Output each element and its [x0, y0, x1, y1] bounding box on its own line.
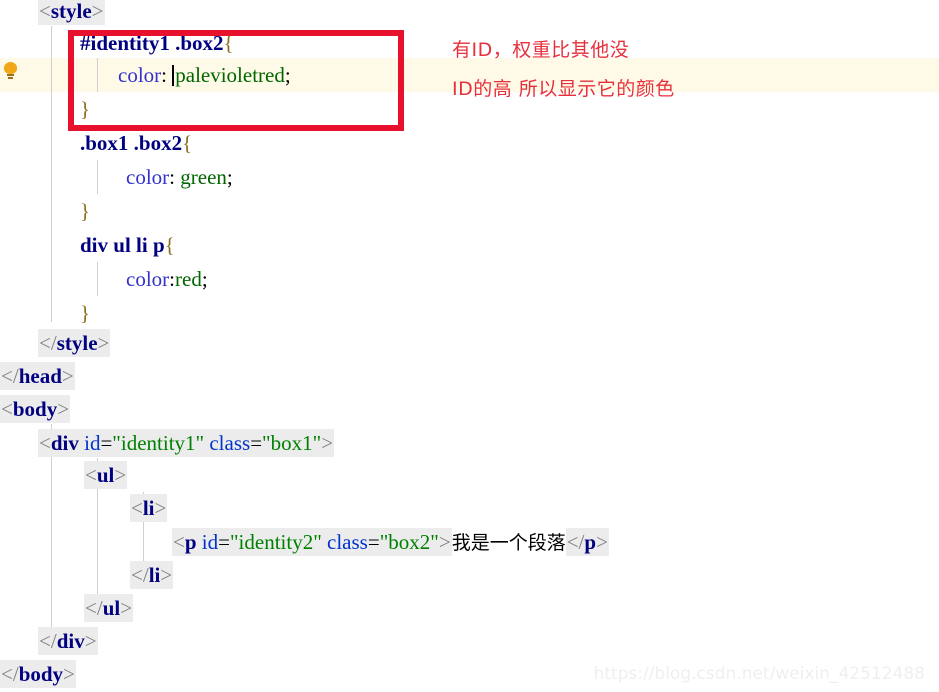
code-line-style-close[interactable]: </style> — [0, 326, 111, 360]
tag-bracket-close: > — [61, 364, 74, 388]
attribute-value-id: "identity2" — [229, 530, 322, 554]
code-line-brace-close-2[interactable]: } — [0, 194, 90, 228]
code-line-body-open[interactable]: <body> — [0, 392, 71, 426]
css-semicolon: ; — [226, 165, 233, 189]
code-line-selector-box1-box2[interactable]: .box1 .box2{ — [0, 126, 192, 160]
tag-bracket-close: > — [97, 331, 110, 355]
tag-bracket-open: < — [39, 431, 51, 455]
tag-bracket-open: < — [131, 496, 143, 520]
css-selector: div ul li p — [80, 233, 165, 257]
tag-name: div — [50, 431, 79, 455]
css-selector: #identity1 .box2 — [80, 31, 224, 55]
tag-bracket-close: > — [57, 397, 70, 421]
tag-name: body — [18, 662, 64, 686]
tag-name: li — [142, 496, 155, 520]
css-colon: : — [169, 165, 181, 189]
code-line-div-close[interactable]: </div> — [0, 624, 98, 658]
code-line-li-open[interactable]: <li> — [0, 491, 168, 525]
tag-bracket-open: </ — [39, 629, 57, 653]
code-line-ul-close[interactable]: </ul> — [0, 591, 134, 625]
code-line-style-open[interactable]: <style> — [0, 0, 105, 28]
tag-name: div — [56, 629, 85, 653]
code-line-color-green[interactable]: color: green; — [0, 160, 233, 194]
text-caret — [172, 65, 175, 86]
tag-bracket-close: > — [321, 431, 334, 455]
tag-name: p — [184, 530, 197, 554]
watermark: https://blog.csdn.net/weixin_42512488 — [593, 664, 925, 684]
css-brace-open: { — [164, 233, 175, 257]
code-line-body-close[interactable]: </body> — [0, 657, 76, 691]
attribute-name-class: class — [209, 431, 251, 455]
code-line-brace-close-3[interactable]: } — [0, 296, 90, 330]
code-line-color-palevioletred[interactable]: color: palevioletred; — [0, 58, 291, 92]
code-line-head-close[interactable]: </head> — [0, 359, 75, 393]
css-selector: .box1 .box2 — [80, 131, 183, 155]
code-line-color-red[interactable]: color:red; — [0, 262, 208, 296]
code-line-p-element[interactable]: <p id="identity2" class="box2">我是一个段落</p… — [0, 525, 609, 559]
tag-bracket-close: > — [84, 629, 97, 653]
tag-bracket-open: </ — [39, 331, 57, 355]
attribute-value-class: "box1" — [262, 431, 322, 455]
code-line-div-open[interactable]: <div id="identity1" class="box1"> — [0, 426, 335, 460]
tag-name: head — [18, 364, 62, 388]
tag-bracket-open: </ — [566, 530, 585, 554]
tag-bracket-open: </ — [1, 662, 19, 686]
tag-bracket-close: > — [114, 463, 127, 487]
tag-bracket-close: > — [596, 530, 608, 554]
tag-name: style — [50, 0, 92, 23]
css-brace-open: { — [223, 31, 234, 55]
tag-bracket-close: > — [438, 530, 451, 554]
css-colon: : — [161, 63, 173, 87]
css-brace-open: { — [182, 131, 193, 155]
tag-bracket-open: </ — [131, 563, 149, 587]
tag-bracket-close: > — [91, 0, 104, 23]
tag-name: body — [12, 397, 58, 421]
tag-bracket-close: > — [120, 596, 133, 620]
attribute-name-id: id — [84, 431, 101, 455]
tag-bracket-open: < — [85, 463, 97, 487]
attribute-name-id: id — [201, 530, 219, 554]
code-line-selector-identity1[interactable]: #identity1 .box2{ — [0, 26, 234, 60]
code-line-brace-close-1[interactable]: } — [0, 92, 90, 126]
css-property: color — [126, 267, 170, 291]
tag-bracket-close: > — [160, 563, 173, 587]
paragraph-text-content: 我是一个段落 — [451, 532, 566, 554]
css-brace-close: } — [80, 301, 91, 325]
code-line-ul-open[interactable]: <ul> — [0, 458, 128, 492]
attribute-name-class: class — [327, 530, 368, 554]
annotation-line-1: 有ID，权重比其他没 — [452, 39, 630, 61]
tag-bracket-close: > — [154, 496, 167, 520]
code-editor[interactable]: <style> #identity1 .box2{ color: palevio… — [0, 0, 939, 692]
css-value: green — [180, 165, 227, 189]
tag-name: style — [56, 331, 98, 355]
tag-name: ul — [96, 463, 115, 487]
tag-bracket-close: > — [63, 662, 75, 686]
css-semicolon: ; — [284, 63, 291, 87]
attribute-value-id: "identity1" — [112, 431, 205, 455]
css-property: color — [118, 63, 162, 87]
tag-bracket-open: </ — [1, 364, 19, 388]
tag-name: li — [148, 563, 161, 587]
css-brace-close: } — [80, 97, 91, 121]
tag-bracket-open: < — [39, 0, 51, 23]
attribute-value-class: "box2" — [379, 530, 439, 554]
tag-name: p — [584, 530, 597, 554]
css-value: palevioletred — [175, 63, 285, 87]
code-line-selector-div-ul-li-p[interactable]: div ul li p{ — [0, 228, 175, 262]
tag-bracket-open: < — [1, 397, 13, 421]
tag-bracket-open: </ — [85, 596, 103, 620]
tag-name: ul — [102, 596, 121, 620]
css-brace-close: } — [80, 199, 91, 223]
code-line-li-close[interactable]: </li> — [0, 558, 174, 592]
css-semicolon: ; — [201, 267, 208, 291]
tag-bracket-open: < — [173, 530, 185, 554]
css-value: red — [175, 267, 202, 291]
css-property: color — [126, 165, 170, 189]
annotation-line-2: ID的高 所以显示它的颜色 — [452, 78, 675, 100]
